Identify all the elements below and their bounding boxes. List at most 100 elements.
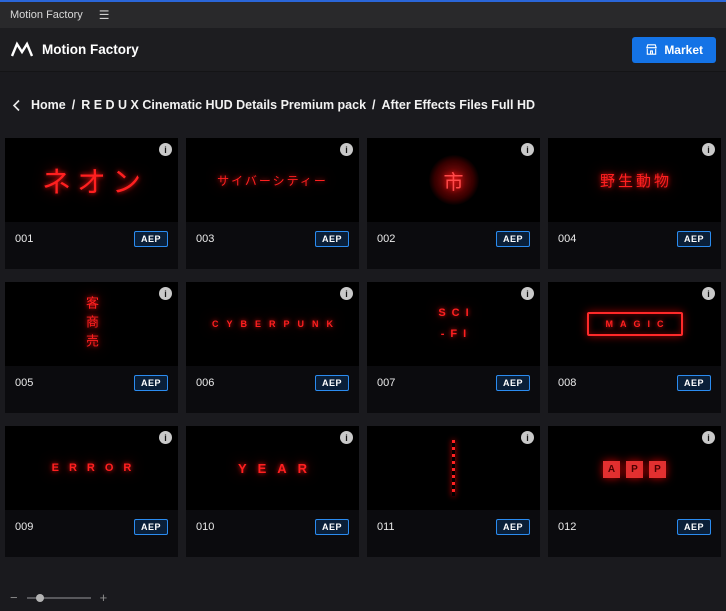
- asset-card[interactable]: i 011 AEP: [367, 426, 540, 557]
- breadcrumb-item[interactable]: Home: [31, 98, 66, 112]
- thumbnail-preview-text: CYBERPUNK: [211, 319, 341, 329]
- asset-meta-row: 010 AEP: [186, 510, 359, 544]
- asset-card[interactable]: MAGIC i 008 AEP: [548, 282, 721, 413]
- asset-card[interactable]: 市 i 002 AEP: [367, 138, 540, 269]
- thumbnail-preview-text: 客商売: [84, 295, 99, 353]
- thumbnail-preview-text: ネオン: [41, 167, 147, 199]
- aep-badge: AEP: [133, 231, 168, 247]
- asset-id: 011: [377, 521, 395, 533]
- asset-meta-row: 004 AEP: [548, 222, 721, 256]
- aep-badge: AEP: [676, 375, 711, 391]
- aep-badge: AEP: [314, 231, 349, 247]
- asset-id: 004: [558, 233, 577, 245]
- zoom-out-button[interactable]: −: [10, 591, 18, 604]
- asset-id: 006: [196, 377, 215, 389]
- aep-badge: AEP: [133, 519, 168, 535]
- asset-card[interactable]: CYBERPUNK i 006 AEP: [186, 282, 359, 413]
- asset-thumbnail[interactable]: SCI -FI i: [367, 282, 540, 366]
- asset-thumbnail[interactable]: サイバーシティー i: [186, 138, 359, 222]
- info-icon-glyph: i: [164, 144, 167, 155]
- info-icon[interactable]: i: [340, 287, 353, 300]
- breadcrumb-item[interactable]: R E D U X Cinematic HUD Details Premium …: [81, 98, 366, 112]
- info-icon-glyph: i: [707, 432, 710, 443]
- asset-id: 012: [558, 521, 577, 533]
- app-name: Motion Factory: [42, 42, 139, 57]
- info-icon[interactable]: i: [702, 287, 715, 300]
- asset-card[interactable]: 客商売 i 005 AEP: [5, 282, 178, 413]
- thumbnail-preview-text: [452, 440, 455, 496]
- asset-meta-row: 011 AEP: [367, 510, 540, 544]
- asset-thumbnail[interactable]: APP i: [548, 426, 721, 510]
- thumbnail-preview-text: ERROR: [51, 462, 142, 474]
- asset-thumbnail[interactable]: MAGIC i: [548, 282, 721, 366]
- asset-meta-row: 009 AEP: [5, 510, 178, 544]
- breadcrumb-separator: /: [71, 98, 76, 112]
- aep-badge: AEP: [676, 519, 711, 535]
- info-icon[interactable]: i: [159, 143, 172, 156]
- info-icon[interactable]: i: [340, 143, 353, 156]
- thumbnail-preview-text: MAGIC: [586, 312, 683, 336]
- app-header: Motion Factory Market: [0, 28, 726, 72]
- info-icon[interactable]: i: [521, 143, 534, 156]
- asset-card[interactable]: YEAR i 010 AEP: [186, 426, 359, 557]
- asset-thumbnail[interactable]: 市 i: [367, 138, 540, 222]
- asset-thumbnail[interactable]: ネオン i: [5, 138, 178, 222]
- info-icon[interactable]: i: [340, 431, 353, 444]
- asset-card[interactable]: ERROR i 009 AEP: [5, 426, 178, 557]
- asset-id: 005: [15, 377, 34, 389]
- asset-thumbnail[interactable]: CYBERPUNK i: [186, 282, 359, 366]
- hamburger-menu-icon[interactable]: ☰: [99, 8, 110, 22]
- asset-thumbnail[interactable]: YEAR i: [186, 426, 359, 510]
- zoom-control: − +: [0, 591, 117, 604]
- market-button-label: Market: [664, 42, 703, 57]
- breadcrumb-item[interactable]: After Effects Files Full HD: [382, 98, 536, 112]
- asset-card[interactable]: SCI -FI i 007 AEP: [367, 282, 540, 413]
- info-icon[interactable]: i: [521, 431, 534, 444]
- aep-badge: AEP: [495, 375, 530, 391]
- aep-badge: AEP: [495, 519, 530, 535]
- breadcrumb: Home / R E D U X Cinematic HUD Details Pre…: [0, 72, 726, 138]
- info-icon[interactable]: i: [521, 287, 534, 300]
- market-button[interactable]: Market: [632, 36, 716, 63]
- letter-box: A: [603, 460, 620, 478]
- asset-thumbnail[interactable]: 野生動物 i: [548, 138, 721, 222]
- asset-thumbnail[interactable]: 客商売 i: [5, 282, 178, 366]
- asset-id: 008: [558, 377, 577, 389]
- asset-card[interactable]: 野生動物 i 004 AEP: [548, 138, 721, 269]
- zoom-in-button[interactable]: +: [100, 591, 108, 604]
- asset-meta-row: 002 AEP: [367, 222, 540, 256]
- aep-badge: AEP: [314, 519, 349, 535]
- asset-card[interactable]: サイバーシティー i 003 AEP: [186, 138, 359, 269]
- asset-meta-row: 006 AEP: [186, 366, 359, 400]
- asset-id: 001: [15, 233, 34, 245]
- zoom-slider-track[interactable]: [26, 593, 91, 602]
- asset-id: 002: [377, 233, 396, 245]
- info-icon-glyph: i: [345, 288, 348, 299]
- asset-meta-row: 005 AEP: [5, 366, 178, 400]
- info-icon-glyph: i: [526, 432, 529, 443]
- motion-factory-logo-icon: [10, 40, 34, 56]
- asset-id: 010: [196, 521, 215, 533]
- asset-meta-row: 008 AEP: [548, 366, 721, 400]
- asset-meta-row: 007 AEP: [367, 366, 540, 400]
- zoom-slider-handle[interactable]: [35, 593, 44, 602]
- assets-grid: ネオン i 001 AEP サイバーシティー i 003 AEP 市 i 002…: [0, 138, 726, 557]
- aep-badge: AEP: [676, 231, 711, 247]
- back-chevron-icon[interactable]: [12, 99, 21, 112]
- info-icon[interactable]: i: [702, 431, 715, 444]
- asset-card[interactable]: APP i 012 AEP: [548, 426, 721, 557]
- thumbnail-preview-text: YEAR: [237, 460, 319, 476]
- asset-thumbnail[interactable]: ERROR i: [5, 426, 178, 510]
- info-icon[interactable]: i: [702, 143, 715, 156]
- asset-meta-row: 001 AEP: [5, 222, 178, 256]
- asset-card[interactable]: ネオン i 001 AEP: [5, 138, 178, 269]
- thumbnail-preview-text: サイバーシティー: [217, 173, 328, 188]
- panel-titlebar: Motion Factory ☰: [0, 2, 726, 28]
- thumbnail-preview-text: SCI -FI: [438, 307, 475, 340]
- info-icon-glyph: i: [526, 288, 529, 299]
- info-icon[interactable]: i: [159, 431, 172, 444]
- asset-thumbnail[interactable]: i: [367, 426, 540, 510]
- info-icon[interactable]: i: [159, 287, 172, 300]
- panel-title: Motion Factory: [10, 9, 83, 21]
- breadcrumb-separator: /: [372, 98, 376, 112]
